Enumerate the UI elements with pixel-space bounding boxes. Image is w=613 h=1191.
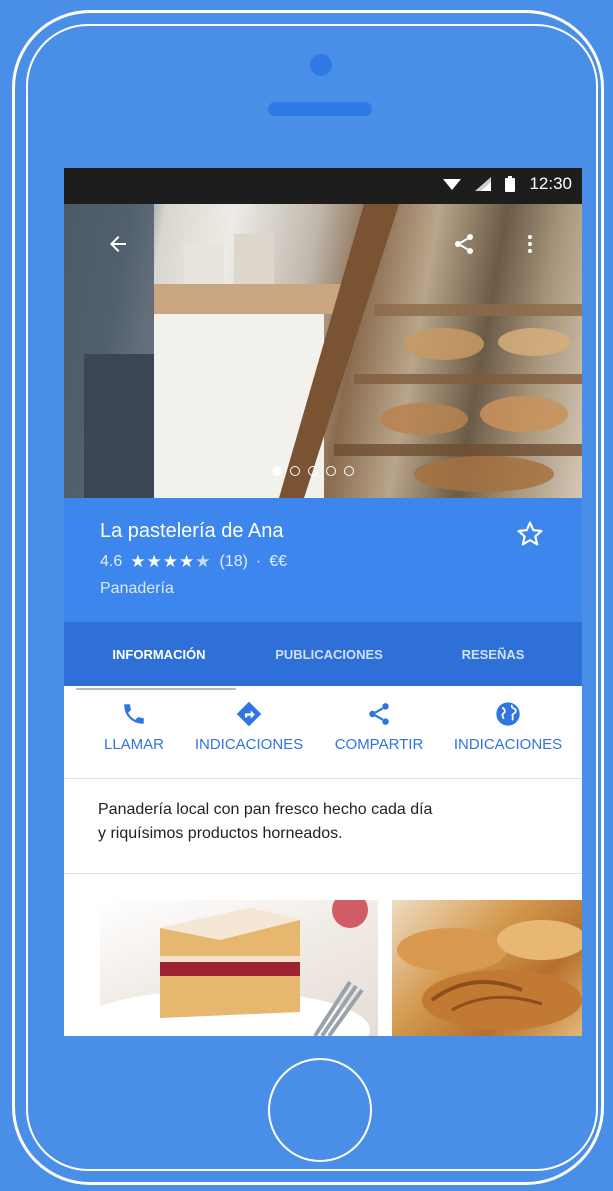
- place-category: Panadería: [100, 580, 174, 597]
- call-button[interactable]: LLAMAR: [96, 698, 172, 753]
- review-count: (18): [219, 553, 248, 570]
- share-icon: [455, 234, 473, 254]
- website-label: INDICACIONES: [453, 736, 563, 753]
- arrow-left-icon: [110, 236, 126, 252]
- tab-resenas[interactable]: RESEÑAS: [404, 647, 582, 662]
- wifi-icon: [443, 179, 462, 190]
- carousel-dots: [272, 466, 354, 476]
- share-icon: [369, 703, 389, 725]
- tab-bar: INFORMACIÓN PUBLICACIONES RESEÑAS: [64, 622, 582, 686]
- status-bar: 12:30: [64, 168, 582, 204]
- share-label: COMPARTIR: [334, 736, 424, 753]
- status-time: 12:30: [529, 174, 572, 193]
- carousel-dot[interactable]: [344, 466, 354, 476]
- call-label: LLAMAR: [103, 736, 165, 753]
- more-options-button[interactable]: [514, 228, 546, 260]
- description-line: y riquísimos productos horneados.: [98, 825, 343, 842]
- rating-row[interactable]: 4.6 ★★★★★ (18) · €€: [100, 552, 287, 572]
- separator: ·: [255, 553, 262, 570]
- place-name: La pastelería de Ana: [100, 520, 284, 542]
- cake-image: [100, 900, 370, 1036]
- place-photo-carousel[interactable]: [64, 204, 582, 498]
- share-button[interactable]: [448, 228, 480, 260]
- description-line: Panadería local con pan fresco hecho cad…: [98, 801, 433, 818]
- directions-button[interactable]: INDICACIONES: [184, 698, 314, 753]
- photo-thumbnail-cake[interactable]: [100, 900, 378, 1036]
- price-level: €€: [269, 553, 288, 570]
- more-vert-icon: [528, 235, 532, 253]
- tab-indicator: [76, 688, 236, 690]
- globe-icon: [496, 702, 520, 726]
- section-divider: [64, 873, 582, 874]
- star-outline-icon: [517, 521, 543, 546]
- app-screen: 12:30 La pastelería de Ana 4.6 ★★★★★ (18…: [64, 168, 582, 1036]
- phone-icon: [124, 704, 144, 724]
- carousel-dot[interactable]: [272, 466, 282, 476]
- home-button[interactable]: [268, 1058, 372, 1162]
- hero-photo: [64, 204, 582, 498]
- carousel-dot[interactable]: [308, 466, 318, 476]
- carousel-dot[interactable]: [326, 466, 336, 476]
- back-button[interactable]: [102, 228, 134, 260]
- directions-icon: [236, 701, 262, 727]
- action-row: LLAMAR INDICACIONES COMPARTIR INDICACION…: [64, 692, 582, 779]
- directions-label: INDICACIONES: [194, 736, 304, 753]
- rating-stars: ★★★★★: [130, 552, 212, 571]
- tab-informacion[interactable]: INFORMACIÓN: [64, 647, 254, 662]
- battery-icon: [505, 176, 516, 192]
- camera-icon: [310, 54, 332, 76]
- tab-publicaciones[interactable]: PUBLICACIONES: [254, 647, 404, 662]
- share-action-button[interactable]: COMPARTIR: [326, 698, 432, 753]
- photo-thumbnail-croissants[interactable]: [392, 900, 582, 1036]
- carousel-dot[interactable]: [290, 466, 300, 476]
- signal-icon: [475, 177, 492, 191]
- place-description: Panadería local con pan fresco hecho cad…: [98, 798, 558, 846]
- croissant-image: [397, 920, 582, 1030]
- save-button[interactable]: [514, 518, 546, 550]
- website-button[interactable]: INDICACIONES: [446, 698, 570, 753]
- rating-value: 4.6: [100, 553, 123, 570]
- speaker-grille: [268, 102, 372, 116]
- place-header: La pastelería de Ana 4.6 ★★★★★ (18) · €€…: [64, 498, 582, 622]
